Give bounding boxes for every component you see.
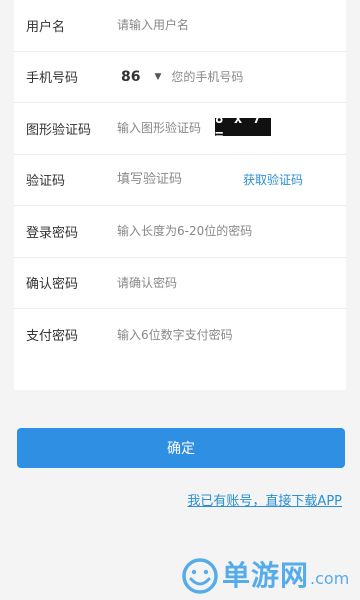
phone-row: 手机号码 86 ▼ — [14, 52, 346, 103]
watermark: 单游网 .com — [180, 556, 349, 596]
confirm-password-row: 确认密码 — [14, 258, 346, 309]
watermark-logo-text: 单游网 — [222, 559, 310, 592]
password-input[interactable] — [117, 224, 327, 239]
country-code-value: 86 — [121, 68, 141, 85]
register-form: 用户名 手机号码 86 ▼ 图形验证码 8 x 7 = 验证码 — [14, 0, 346, 390]
confirm-button[interactable]: 确定 — [17, 428, 345, 468]
username-field-wrap — [117, 0, 327, 51]
pay-password-label: 支付密码 — [26, 329, 79, 345]
confirm-password-input[interactable] — [117, 275, 327, 290]
sms-code-field-wrap: 获取验证码 — [117, 155, 303, 206]
confirm-password-field-wrap — [117, 258, 327, 309]
watermark-domain-text: .com — [310, 569, 350, 588]
register-page: 用户名 手机号码 86 ▼ 图形验证码 8 x 7 = 验证码 — [0, 0, 360, 600]
captcha-label: 图形验证码 — [26, 122, 92, 138]
pay-password-row: 支付密码 — [14, 309, 346, 361]
get-code-button[interactable]: 获取验证码 — [243, 171, 303, 188]
username-input[interactable] — [117, 18, 327, 33]
smiley-logo-icon — [182, 558, 218, 594]
password-row: 登录密码 — [14, 206, 346, 258]
phone-label: 手机号码 — [26, 71, 79, 87]
confirm-password-label: 确认密码 — [26, 277, 79, 293]
username-label: 用户名 — [26, 19, 66, 35]
sms-code-label: 验证码 — [26, 174, 66, 190]
caret-down-icon: ▼ — [154, 71, 162, 82]
captcha-input[interactable] — [117, 121, 217, 136]
sms-code-input[interactable] — [117, 172, 227, 188]
country-code-select[interactable]: 86 ▼ — [121, 69, 161, 85]
pay-password-field-wrap — [117, 309, 327, 361]
phone-field-wrap: 86 ▼ — [117, 52, 322, 103]
password-label: 登录密码 — [26, 225, 79, 241]
captcha-field-wrap: 8 x 7 = — [117, 103, 271, 154]
password-field-wrap — [117, 206, 327, 257]
captcha-image[interactable]: 8 x 7 = — [215, 111, 271, 143]
captcha-row: 图形验证码 8 x 7 = — [14, 103, 346, 155]
pay-password-input[interactable] — [117, 327, 327, 342]
username-row: 用户名 — [14, 0, 346, 52]
sms-code-row: 验证码 获取验证码 — [14, 155, 346, 206]
phone-input[interactable] — [171, 69, 322, 84]
download-app-link[interactable]: 我已有账号，直接下载APP — [187, 490, 342, 509]
